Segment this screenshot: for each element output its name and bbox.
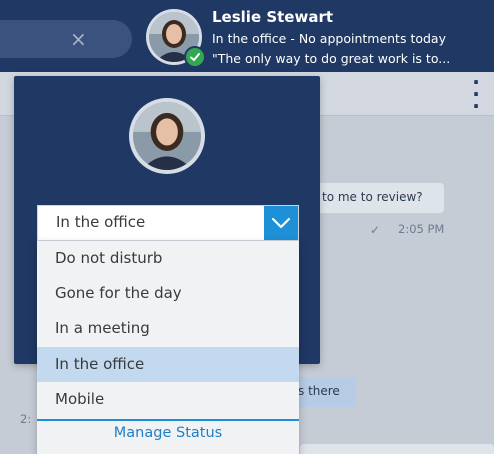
delivered-check-icon: ✓ <box>370 223 381 237</box>
message-bubble <box>300 444 494 454</box>
user-quote-line: "The only way to do great work is to... <box>212 51 451 66</box>
status-option-gone-for-the-day[interactable]: Gone for the day <box>37 276 299 311</box>
message-time: 2:05 PM <box>398 222 445 236</box>
more-options-icon[interactable]: · · · <box>468 72 484 116</box>
message-text: s there <box>298 384 340 398</box>
profile-photo <box>133 102 201 170</box>
chevron-down-icon[interactable] <box>264 206 298 240</box>
message-text: to me to review? <box>322 190 423 204</box>
status-options-list: Do not disturb Gone for the day In a mee… <box>37 241 299 454</box>
search-input[interactable]: × <box>0 20 132 58</box>
status-option-in-a-meeting[interactable]: In a meeting <box>37 311 299 346</box>
options-divider <box>37 419 299 421</box>
user-status-line: In the office - No appointments today <box>212 31 446 46</box>
status-select-value: In the office <box>56 213 146 231</box>
message-time: 2: <box>20 412 32 426</box>
app-header: × Leslie Stewart In the office - No appo… <box>0 0 494 72</box>
person-photo-icon <box>133 102 201 170</box>
status-option-in-the-office[interactable]: In the office <box>37 347 299 382</box>
close-icon[interactable]: × <box>70 26 87 52</box>
status-option-mobile[interactable]: Mobile <box>37 382 299 417</box>
avatar-large <box>129 98 205 174</box>
status-select[interactable]: In the office <box>37 205 299 241</box>
manage-status-link[interactable]: Manage Status <box>37 425 299 441</box>
status-check-icon <box>184 46 206 68</box>
status-option-do-not-disturb[interactable]: Do not disturb <box>37 241 299 276</box>
user-name: Leslie Stewart <box>212 8 334 26</box>
